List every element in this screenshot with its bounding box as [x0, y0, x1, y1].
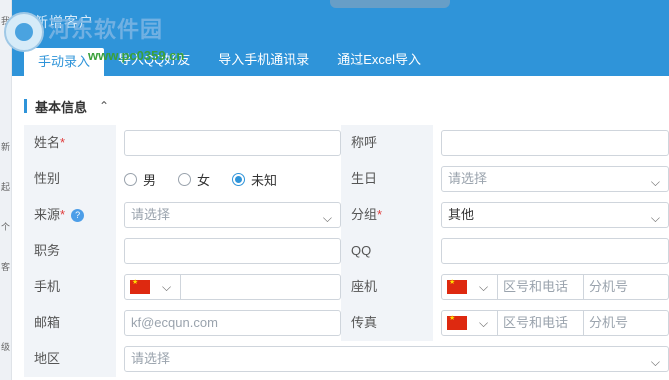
background-text: 我 — [1, 16, 11, 26]
source-label: 来源*? — [24, 197, 116, 233]
region-label: 地区 — [24, 341, 116, 377]
required-mark: * — [60, 135, 66, 150]
gender-male-radio[interactable]: 男 — [124, 170, 156, 189]
landline-field: ⌵ 区号和电话 分机号 — [441, 274, 669, 300]
name-label: 姓名* — [24, 125, 116, 161]
mobile-label: 手机 — [24, 269, 116, 305]
gender-female-radio[interactable]: 女 — [178, 170, 210, 189]
group-label: 分组* — [341, 197, 433, 233]
chevron-down-icon: ⌵ — [479, 315, 489, 330]
chevron-down-icon: ⌵ — [650, 211, 660, 225]
china-flag-icon — [130, 278, 150, 294]
form-row: 职务 QQ — [24, 233, 669, 269]
chevron-down-icon: ⌵ — [650, 175, 660, 189]
background-text: 客 — [1, 262, 11, 272]
chevron-down-icon: ⌵ — [650, 355, 660, 369]
section-accent-bar — [24, 99, 27, 113]
position-label: 职务 — [24, 233, 116, 269]
source-select[interactable]: 请选择 ⌵ — [124, 202, 341, 228]
email-label: 邮箱 — [24, 305, 116, 341]
form-row: 手机 ⌵ 座机 ⌵ 区号和电话 分机号 — [24, 269, 669, 305]
form-row: 地区 请选择 ⌵ — [24, 341, 669, 377]
qq-label: QQ — [341, 233, 433, 269]
import-tabs: 手动录入 导入QQ好友 导入手机通讯录 通过Excel导入 — [12, 38, 669, 76]
title-call-label: 称呼 — [341, 125, 433, 161]
group-select[interactable]: 其他 ⌵ — [441, 202, 669, 228]
fax-field: ⌵ 区号和电话 分机号 — [441, 310, 669, 336]
fax-label: 传真 — [341, 305, 433, 341]
dialog-titlebar: 新增客户 — [12, 0, 669, 42]
background-text: 个 — [1, 222, 11, 232]
position-input[interactable] — [124, 238, 341, 264]
form-row: 来源*? 请选择 ⌵ 分组* 其他 ⌵ — [24, 197, 669, 233]
chevron-down-icon: ⌵ — [162, 279, 172, 294]
fax-country-select[interactable]: ⌵ — [441, 310, 498, 336]
birthday-label: 生日 — [341, 161, 433, 197]
tab-manual-entry[interactable]: 手动录入 — [24, 48, 105, 76]
background-window-strip: 我 新 起 个 客 级 — [0, 0, 12, 380]
region-select[interactable]: 请选择 ⌵ — [124, 346, 669, 372]
chevron-down-icon: ⌵ — [479, 279, 489, 294]
fax-area-input[interactable]: 区号和电话 — [498, 310, 584, 336]
form-row: 姓名* 称呼 — [24, 125, 669, 161]
email-input[interactable]: kf@ecqun.com — [124, 310, 341, 336]
tab-import-excel[interactable]: 通过Excel导入 — [323, 48, 435, 72]
form-row: 性别 男 女 未知 生日 请选择 ⌵ — [24, 161, 669, 197]
fax-ext-input[interactable]: 分机号 — [584, 310, 669, 336]
form-row: 邮箱 kf@ecqun.com 传真 ⌵ 区号和电话 分机号 — [24, 305, 669, 341]
gender-radio-group: 男 女 未知 — [124, 166, 341, 192]
tab-import-qq[interactable]: 导入QQ好友 — [104, 48, 204, 72]
landline-country-select[interactable]: ⌵ — [441, 274, 498, 300]
landline-area-input[interactable]: 区号和电话 — [498, 274, 584, 300]
background-avatar — [330, 0, 450, 8]
gender-label: 性别 — [24, 161, 116, 197]
required-mark: * — [377, 207, 383, 222]
mobile-number-input[interactable] — [181, 274, 341, 300]
tab-import-contacts[interactable]: 导入手机通讯录 — [204, 48, 323, 72]
mobile-field: ⌵ — [124, 274, 341, 300]
mobile-country-select[interactable]: ⌵ — [124, 274, 181, 300]
section-title: 基本信息 — [35, 99, 88, 115]
name-input[interactable] — [124, 130, 341, 156]
required-mark: * — [60, 207, 66, 222]
landline-label: 座机 — [341, 269, 433, 305]
dialog-title: 新增客户 — [34, 14, 94, 30]
landline-ext-input[interactable]: 分机号 — [584, 274, 669, 300]
chevron-down-icon: ⌵ — [322, 211, 332, 225]
china-flag-icon — [447, 314, 467, 330]
customer-form: 姓名* 称呼 性别 男 女 未知 生日 请选择 ⌵ 来源*? 请选择 ⌵ 分组* 其… — [24, 125, 669, 377]
background-text: 新 — [1, 142, 11, 152]
chevron-up-icon[interactable]: ⌃ — [99, 99, 109, 113]
qq-input[interactable] — [441, 238, 669, 264]
help-icon[interactable]: ? — [71, 209, 85, 223]
section-basic-info[interactable]: 基本信息 ⌃ — [24, 98, 109, 115]
background-text: 级 — [1, 342, 11, 352]
gender-unknown-radio[interactable]: 未知 — [232, 170, 277, 189]
add-customer-dialog: 新增客户 手动录入 导入QQ好友 导入手机通讯录 通过Excel导入 基本信息 … — [12, 0, 669, 380]
birthday-select[interactable]: 请选择 ⌵ — [441, 166, 669, 192]
title-call-input[interactable] — [441, 130, 669, 156]
background-text: 起 — [1, 182, 11, 192]
china-flag-icon — [447, 278, 467, 294]
